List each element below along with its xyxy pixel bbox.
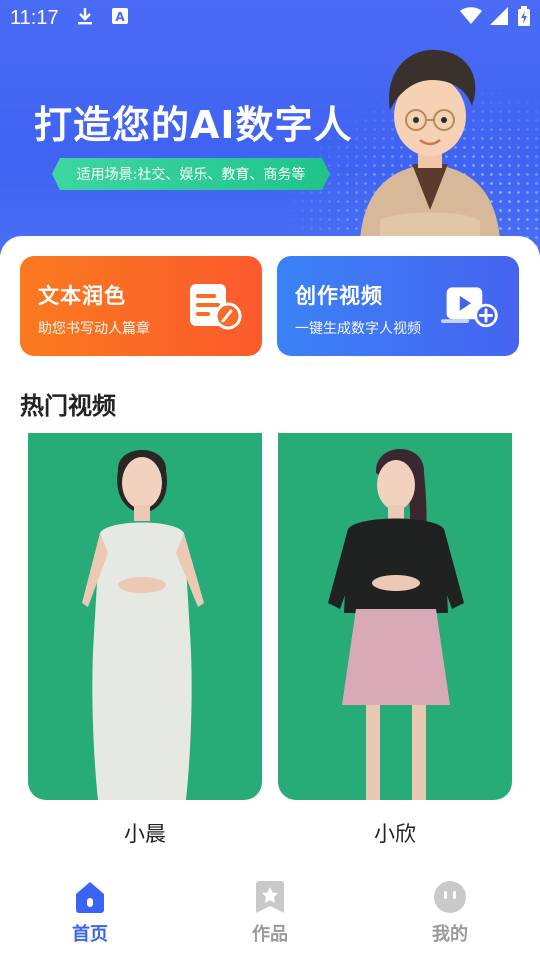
a-letter-icon: A (111, 7, 129, 29)
tab-works[interactable]: 作品 (180, 868, 360, 960)
create-video-card[interactable]: 创作视频 一键生成数字人视频 (277, 256, 519, 356)
tab-mine-label: 我的 (432, 924, 468, 945)
video-card-xiaoxin[interactable] (278, 433, 512, 800)
digital-human-avatar-icon (360, 49, 500, 240)
tab-mine[interactable]: 我的 (360, 868, 540, 960)
download-icon (75, 6, 95, 30)
tab-home-label: 首页 (72, 924, 108, 945)
video-add-icon (441, 287, 498, 328)
video-card-xiaochen[interactable] (28, 433, 262, 800)
svg-text:A: A (115, 10, 125, 24)
video-name-1: 小晨 (124, 822, 166, 846)
bottom-tab-bar: 首页 作品 我的 (0, 868, 540, 960)
status-bar: 11:17 A (0, 0, 540, 36)
video-name-2: 小欣 (374, 822, 416, 846)
text-polish-card[interactable]: 文本润色 助您书写动人篇章 (20, 256, 262, 356)
face-icon (434, 881, 466, 913)
star-bookmark-icon (256, 881, 284, 913)
hero-banner: 11:17 A 打造您的AI数字人 适用场景:社交、娱乐、教育、商务等 (0, 0, 540, 270)
hero-scene-tag: 适用场景:社交、娱乐、教育、商务等 (52, 158, 330, 190)
tab-home[interactable]: 首页 (0, 868, 180, 960)
document-edit-icon (190, 284, 242, 330)
wifi-icon (460, 7, 482, 29)
home-icon (76, 882, 104, 913)
digital-human-figure-black-top (328, 449, 464, 800)
signal-icon (490, 7, 510, 29)
battery-charging-icon (518, 6, 530, 30)
hero-title: 打造您的AI数字人 (34, 103, 353, 147)
hot-videos-title: 热门视频 (20, 392, 116, 420)
digital-human-figure-white-dress (82, 450, 204, 800)
tab-works-label: 作品 (252, 924, 288, 945)
status-time: 11:17 (10, 6, 59, 29)
